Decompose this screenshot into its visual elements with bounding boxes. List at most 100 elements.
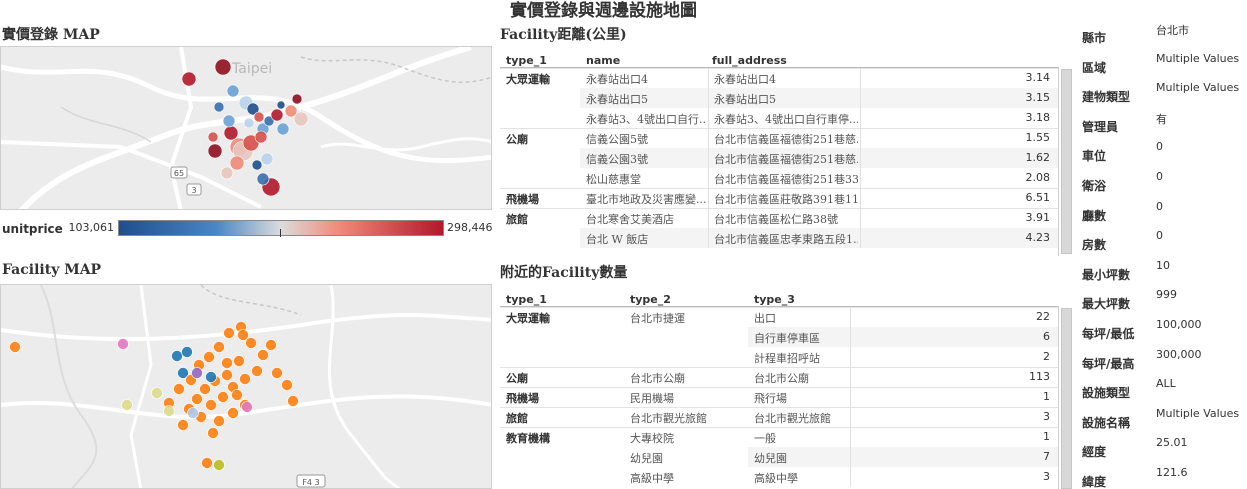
filter-item[interactable]: 縣市 台北市 [1082,20,1247,48]
filter-value[interactable]: 25.01 [1156,436,1188,449]
filter-item[interactable]: 廳數 0 [1082,198,1247,226]
price-point[interactable] [223,125,239,141]
filter-value[interactable]: Multiple Values [1156,52,1239,65]
facility-point[interactable] [221,369,233,381]
filter-value[interactable]: ALL [1156,377,1176,390]
price-point[interactable] [276,100,286,110]
column-header[interactable]: type_1 [506,293,547,306]
facility-point[interactable] [213,415,225,427]
filter-value[interactable]: 999 [1156,288,1177,301]
facility-point[interactable] [199,383,211,395]
facility-point[interactable] [177,419,189,431]
filter-value[interactable]: 121.6 [1156,466,1188,479]
column-header[interactable]: type_3 [754,293,795,306]
filter-value[interactable]: 10 [1156,259,1170,272]
price-map[interactable]: 65 3 Taipei [0,46,492,210]
facility-point[interactable] [245,337,257,349]
facility-point[interactable] [151,387,163,399]
facility-point[interactable] [251,365,263,377]
filter-value[interactable]: Multiple Values [1156,81,1239,94]
filter-item[interactable]: 緯度 121.6 [1082,464,1247,489]
filter-item[interactable]: 設施類型 ALL [1082,375,1247,403]
scrollbar-thumb[interactable] [1061,69,1072,254]
filter-value[interactable]: 0 [1156,229,1163,242]
facility-point[interactable] [191,393,203,405]
price-point[interactable] [207,143,223,159]
facility-point[interactable] [271,367,283,379]
price-point[interactable] [213,101,225,113]
price-point[interactable] [207,131,219,143]
price-point[interactable] [229,155,245,171]
price-point[interactable] [222,114,236,128]
price-map-canvas[interactable]: 65 3 Taipei [1,47,492,210]
facility-point[interactable] [205,399,217,411]
table-scrollbar[interactable] [1058,306,1074,489]
facility-point[interactable] [181,346,193,358]
filter-item[interactable]: 最小坪數 10 [1082,257,1247,285]
filter-item[interactable]: 車位 0 [1082,138,1247,166]
facility-map[interactable]: F4 3 [0,284,492,489]
price-point[interactable] [243,117,255,129]
facility-point[interactable] [231,389,243,401]
facility-point[interactable] [281,379,293,391]
facility-point[interactable] [257,349,269,361]
price-point[interactable] [291,93,303,105]
facility-point[interactable] [217,391,229,403]
filter-item[interactable]: 每坪/最低 100,000 [1082,316,1247,344]
filter-value[interactable]: 有 [1156,111,1167,127]
price-point[interactable] [256,172,270,186]
facility-point[interactable] [205,371,217,383]
facility-point[interactable] [9,341,21,353]
filter-value[interactable]: 300,000 [1156,348,1202,361]
facility-point[interactable] [173,383,185,395]
column-header[interactable]: type_1 [506,54,547,67]
filter-value[interactable]: 0 [1156,200,1163,213]
facility-point[interactable] [171,350,183,362]
filter-item[interactable]: 經度 25.01 [1082,434,1247,462]
facility-point[interactable] [201,457,213,469]
facility-point[interactable] [221,357,233,369]
facility-point[interactable] [223,327,235,339]
column-header[interactable]: name [586,54,620,67]
price-point[interactable] [254,130,268,144]
price-point[interactable] [226,84,240,98]
price-point[interactable] [251,159,263,171]
facility-point[interactable] [203,351,215,363]
facility-point[interactable] [117,338,129,350]
facility-point[interactable] [121,399,133,411]
column-header[interactable]: full_address [712,54,787,67]
price-point[interactable] [214,58,232,76]
price-point[interactable] [253,111,265,123]
filter-item[interactable]: 管理員 有 [1082,109,1247,137]
price-point[interactable] [276,122,290,136]
facility-point[interactable] [213,341,225,353]
facility-point[interactable] [233,355,245,367]
facility-point[interactable] [163,405,175,417]
table-scrollbar[interactable] [1058,67,1074,256]
facility-point[interactable] [287,395,299,407]
filter-value[interactable]: Multiple Values [1156,407,1239,420]
price-point[interactable] [260,152,274,166]
column-header[interactable]: type_2 [630,293,671,306]
filter-item[interactable]: 區域 Multiple Values [1082,50,1247,78]
facility-point[interactable] [207,427,219,439]
filter-value[interactable]: 0 [1156,170,1163,183]
filter-item[interactable]: 每坪/最高 300,000 [1082,346,1247,374]
facility-point[interactable] [239,373,251,385]
facility-point[interactable] [227,407,239,419]
price-point[interactable] [181,71,197,87]
price-point[interactable] [293,111,309,127]
facility-point[interactable] [191,367,203,379]
filter-item[interactable]: 設施名稱 Multiple Values [1082,405,1247,433]
filter-value[interactable]: 0 [1156,140,1163,153]
filter-item[interactable]: 最大坪數 999 [1082,286,1247,314]
facility-point[interactable] [265,339,277,351]
facility-map-canvas[interactable]: F4 3 [1,285,492,489]
filter-value[interactable]: 台北市 [1156,22,1189,38]
facility-point[interactable] [241,401,253,413]
filter-item[interactable]: 衛浴 0 [1082,168,1247,196]
price-point[interactable] [220,166,234,180]
price-point[interactable] [270,108,284,122]
scrollbar-thumb[interactable] [1061,308,1072,489]
filter-item[interactable]: 建物類型 Multiple Values [1082,79,1247,107]
